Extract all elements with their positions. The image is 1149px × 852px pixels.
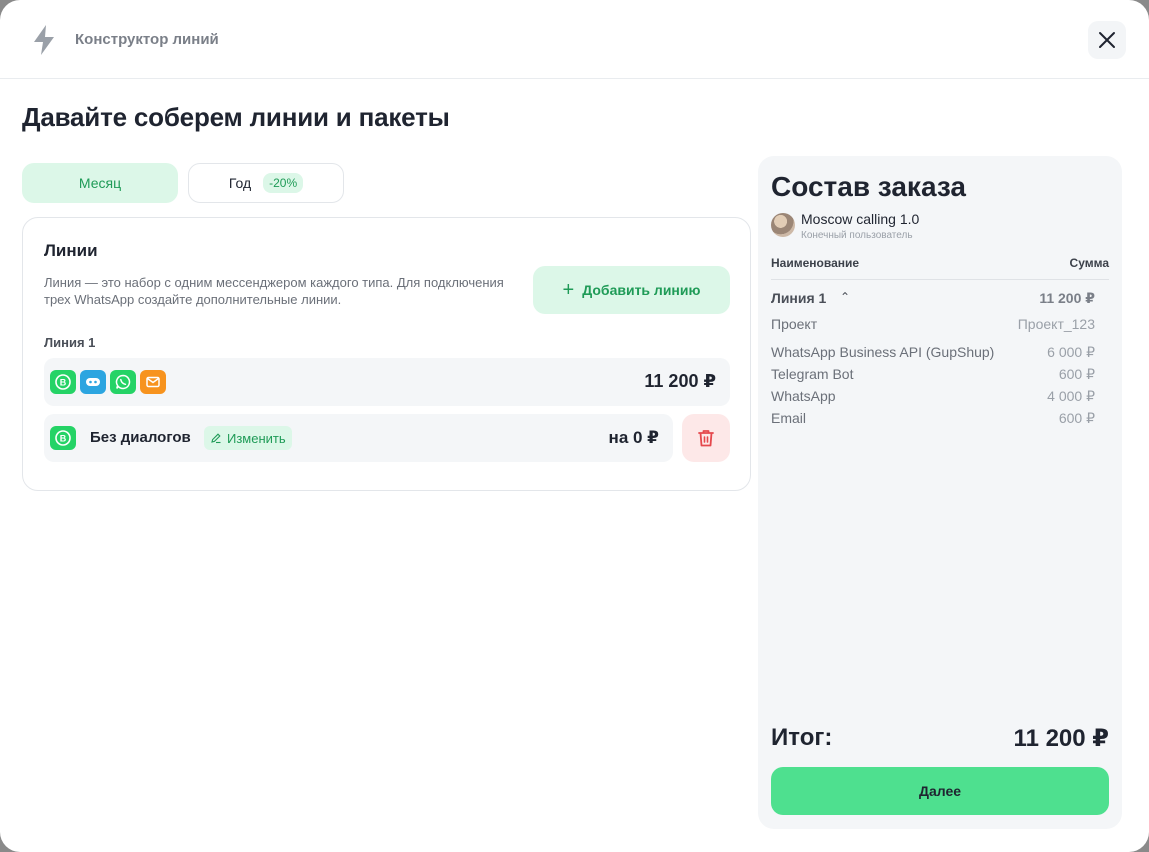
summary-item-name: WhatsApp xyxy=(771,388,836,404)
messenger-icons: B xyxy=(50,370,166,394)
summary-item-name: Telegram Bot xyxy=(771,366,854,382)
lines-description: Линия — это набор с одним мессенджером к… xyxy=(44,275,504,307)
email-icon xyxy=(140,370,166,394)
close-icon xyxy=(1099,32,1115,48)
next-button[interactable]: Далее xyxy=(771,767,1109,815)
project-label: Проект xyxy=(771,316,818,332)
whatsapp-icon xyxy=(110,370,136,394)
summary-title: Состав заказа xyxy=(771,171,966,202)
package-row: B Без диалогов Изменить на 0 ₽ xyxy=(44,414,673,462)
tab-year-label: Год xyxy=(228,175,252,191)
lines-heading: Линии xyxy=(44,241,98,260)
pencil-icon xyxy=(211,433,221,444)
page-title: Давайте соберем линии и пакеты xyxy=(22,102,450,132)
whatsapp-business-icon: B xyxy=(50,370,76,394)
column-name-header: Наименование xyxy=(771,256,860,270)
order-summary: Состав заказа Moscow calling 1.0 Конечны… xyxy=(758,156,1122,829)
discount-badge: -20% xyxy=(263,173,304,193)
summary-line-toggle[interactable]: Линия 1 xyxy=(771,290,826,306)
package-price: на 0 ₽ xyxy=(608,428,659,447)
plus-icon: + xyxy=(562,279,575,301)
edit-package-button[interactable]: Изменить xyxy=(204,426,292,450)
total-label: Итог: xyxy=(771,724,833,751)
line-builder-modal: Конструктор линий Давайте соберем линии … xyxy=(0,0,1149,852)
line-price: 11 200 ₽ xyxy=(644,371,716,391)
summary-item-sum: 600 ₽ xyxy=(1058,410,1095,426)
client-name: Moscow calling 1.0 xyxy=(801,211,920,227)
close-button[interactable] xyxy=(1088,21,1126,59)
avatar xyxy=(771,213,795,237)
divider xyxy=(771,279,1109,280)
next-button-label: Далее xyxy=(918,783,962,799)
summary-item-sum: 6 000 ₽ xyxy=(1047,344,1095,360)
line-label: Линия 1 xyxy=(44,335,96,350)
tab-month-label: Месяц xyxy=(78,175,122,191)
package-name: Без диалогов xyxy=(90,429,191,446)
summary-item-sum: 4 000 ₽ xyxy=(1047,388,1095,404)
tab-year[interactable]: Год -20% xyxy=(188,163,344,203)
delete-line-button[interactable] xyxy=(682,414,730,462)
tab-month[interactable]: Месяц xyxy=(22,163,178,203)
add-line-button[interactable]: + Добавить линию xyxy=(533,266,730,314)
modal-title: Конструктор линий xyxy=(75,31,219,48)
summary-item-sum: 600 ₽ xyxy=(1058,366,1095,382)
edit-package-label: Изменить xyxy=(227,430,286,446)
summary-item-name: Email xyxy=(771,410,807,426)
lines-card: Линии Линия — это набор с одним мессендж… xyxy=(22,217,751,491)
svg-text:B: B xyxy=(60,378,67,388)
line-row[interactable]: B 11 200 ₽ xyxy=(44,358,730,406)
summary-item-name: WhatsApp Business API (GupShup) xyxy=(771,344,995,360)
telegram-bot-icon xyxy=(80,370,106,394)
total-value: 11 200 ₽ xyxy=(1013,725,1109,752)
project-value: Проект_123 xyxy=(1017,316,1095,332)
modal-header: Конструктор линий xyxy=(0,0,1149,79)
add-line-label: Добавить линию xyxy=(582,282,701,298)
svg-text:B: B xyxy=(60,434,67,444)
column-sum-header: Сумма xyxy=(1069,256,1109,270)
whatsapp-business-icon: B xyxy=(50,426,76,450)
client-role: Конечный пользователь xyxy=(801,230,913,241)
chevron-up-icon[interactable]: ⌃ xyxy=(840,290,850,304)
trash-icon xyxy=(698,430,714,447)
summary-line-total: 11 200 ₽ xyxy=(1039,290,1095,306)
lightning-icon xyxy=(34,25,54,55)
